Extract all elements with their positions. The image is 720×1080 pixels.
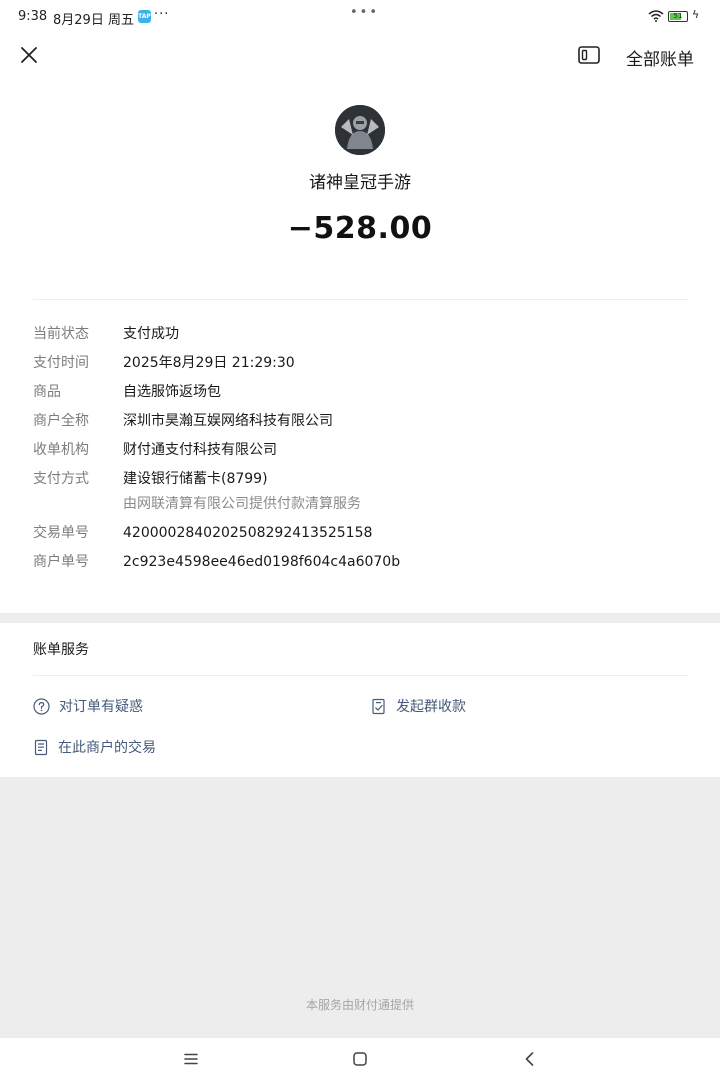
clearing-note: 由网联清算有限公司提供付款清算服务 <box>123 496 361 512</box>
detail-label: 支付方式 <box>33 471 89 487</box>
more-notifications-icon: ··· <box>154 7 170 22</box>
detail-value: 2025年8月29日 21:29:30 <box>123 355 295 371</box>
charging-icon: ϟ <box>692 8 700 21</box>
menu-icon[interactable] <box>182 1050 200 1068</box>
wifi-icon <box>648 10 664 22</box>
detail-value: 建设银行储蓄卡(8799) 由网联清算有限公司提供付款清算服务 <box>123 469 361 514</box>
transaction-card: 诸神皇冠手游 −528.00 当前状态 支付成功 支付时间 2025年8月29日… <box>0 78 720 613</box>
document-list-icon <box>34 739 48 755</box>
detail-label: 交易单号 <box>33 525 89 541</box>
merchant-name: 诸神皇冠手游 <box>309 173 411 193</box>
detail-row-time: 支付时间 2025年8月29日 21:29:30 <box>33 353 688 373</box>
detail-label: 当前状态 <box>33 326 89 342</box>
all-bills-link[interactable]: 全部账单 <box>626 45 694 70</box>
home-icon[interactable] <box>351 1050 369 1068</box>
footer-provider-note: 本服务由财付通提供 <box>305 998 414 1012</box>
merchant-transactions-button[interactable]: 在此商户的交易 <box>33 737 156 757</box>
transaction-id[interactable]: 4200002840202508292413525158 <box>123 523 372 543</box>
detail-label: 商户单号 <box>33 554 89 570</box>
system-nav-bar <box>0 1038 720 1080</box>
transaction-details: 当前状态 支付成功 支付时间 2025年8月29日 21:29:30 商品 自选… <box>33 324 688 581</box>
detail-row-merchant-order-id: 商户单号 2c923e4598ee46ed0198f604c4a6070b <box>33 552 688 572</box>
detail-label: 商户全称 <box>33 413 89 429</box>
detail-row-product: 商品 自选服饰返场包 <box>33 382 688 402</box>
status-date: 8月29日 周五 <box>53 13 134 28</box>
back-icon[interactable] <box>521 1050 539 1068</box>
detail-row-status: 当前状态 支付成功 <box>33 324 688 344</box>
order-question-button[interactable]: 对订单有疑惑 <box>33 696 143 716</box>
detail-value: 财付通支付科技有限公司 <box>123 442 277 458</box>
merchant-order-id[interactable]: 2c923e4598ee46ed0198f604c4a6070b <box>123 552 400 572</box>
divider <box>33 299 688 300</box>
detail-value: 自选服饰返场包 <box>123 384 221 400</box>
sidebar-panel-icon[interactable] <box>578 46 600 64</box>
service-title: 账单服务 <box>33 642 89 658</box>
handle-dots-icon: ••• <box>350 5 380 20</box>
tap-app-icon: TAP <box>138 10 151 23</box>
battery-level: 51 <box>673 12 683 20</box>
close-icon[interactable] <box>18 44 40 66</box>
detail-row-merchant-fullname: 商户全称 深圳市昊瀚互娱网络科技有限公司 <box>33 411 688 431</box>
detail-label: 收单机构 <box>33 442 89 458</box>
bill-services-card: 账单服务 对订单有疑惑 发起群收款 在此商户的交易 <box>0 623 720 777</box>
battery-icon: 51 <box>668 11 688 22</box>
detail-label: 支付时间 <box>33 355 89 371</box>
detail-value: 支付成功 <box>123 326 179 342</box>
divider <box>33 675 688 676</box>
status-bar: 9:38 8月29日 周五 TAP ··· ••• 51 ϟ <box>0 0 720 34</box>
detail-value: 深圳市昊瀚互娱网络科技有限公司 <box>123 413 333 429</box>
service-label: 在此商户的交易 <box>58 740 156 756</box>
detail-label: 商品 <box>33 384 61 400</box>
receipt-check-icon <box>372 698 385 714</box>
merchant-avatar <box>335 105 385 155</box>
question-circle-icon <box>33 697 50 715</box>
payment-card: 建设银行储蓄卡(8799) <box>123 471 268 487</box>
top-bar: 全部账单 <box>0 34 720 78</box>
detail-row-transaction-id: 交易单号 4200002840202508292413525158 <box>33 523 688 543</box>
service-label: 对订单有疑惑 <box>59 699 143 715</box>
status-time: 9:38 <box>18 9 48 24</box>
group-collection-button[interactable]: 发起群收款 <box>371 696 466 716</box>
detail-row-payment-method: 支付方式 建设银行储蓄卡(8799) 由网联清算有限公司提供付款清算服务 <box>33 469 688 514</box>
detail-row-acquirer: 收单机构 财付通支付科技有限公司 <box>33 440 688 460</box>
payment-amount: −528.00 <box>287 211 433 246</box>
service-label: 发起群收款 <box>396 699 466 715</box>
